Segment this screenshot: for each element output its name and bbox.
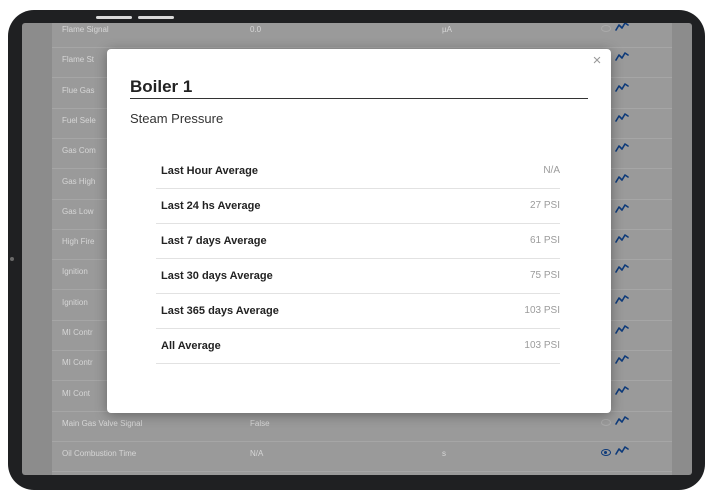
stat-value: N/A (543, 165, 560, 176)
trend-chart-icon[interactable] (615, 414, 629, 426)
trend-chart-icon[interactable] (615, 353, 629, 365)
stats-modal: × Boiler 1 Steam Pressure Last Hour Aver… (107, 49, 611, 413)
trend-chart-icon[interactable] (615, 262, 629, 274)
stat-row: Last 7 days Average 61 PSI (156, 224, 560, 259)
trend-chart-icon[interactable] (615, 172, 629, 184)
row-value: 0.0 (250, 25, 262, 34)
trend-chart-icon[interactable] (615, 81, 629, 93)
visibility-eye-icon[interactable] (601, 25, 611, 32)
row-name: Oil Combustion Time (62, 449, 137, 459)
trend-chart-icon[interactable] (615, 384, 629, 396)
stat-value: 75 PSI (529, 270, 560, 281)
trend-chart-icon[interactable] (615, 232, 629, 244)
trend-chart-icon[interactable] (615, 293, 629, 305)
row-name: High Fire (62, 237, 95, 247)
visibility-eye-icon[interactable] (601, 418, 611, 426)
stat-label: Last 365 days Average (161, 305, 279, 317)
trend-chart-icon[interactable] (615, 23, 629, 32)
modal-title: Boiler 1 (130, 77, 193, 96)
trend-chart-icon[interactable] (615, 202, 629, 214)
stat-label: Last 30 days Average (161, 270, 273, 282)
table-row: Oil Combustion Time N/A s (52, 437, 672, 473)
trend-chart-icon[interactable] (615, 444, 629, 456)
visibility-eye-icon[interactable] (601, 449, 611, 457)
row-name: MI Contr (62, 328, 93, 337)
row-name: Gas High (62, 176, 96, 186)
stat-label: All Average (161, 340, 221, 352)
stat-value: 103 PSI (524, 305, 560, 316)
row-name: Flame St (62, 55, 95, 65)
stat-value: 27 PSI (529, 200, 560, 211)
stat-row: Last Hour Average N/A (156, 154, 560, 189)
stat-label: Last Hour Average (161, 165, 258, 177)
tablet-button (96, 16, 132, 19)
row-unit: µA (442, 25, 452, 34)
row-name: Flue Gas (62, 85, 95, 95)
row-name: Gas Low (62, 206, 94, 216)
title-divider (130, 98, 588, 99)
row-name: Fuel Sele (62, 115, 96, 125)
row-name: Flame Signal (62, 25, 109, 34)
stat-value: 103 PSI (524, 340, 560, 351)
row-name: Ignition (62, 297, 88, 307)
tablet-button (138, 16, 174, 19)
row-name: MI Contr (62, 358, 93, 368)
trend-chart-icon[interactable] (615, 141, 629, 153)
stat-row: All Average 103 PSI (156, 329, 560, 364)
trend-chart-icon[interactable] (615, 323, 629, 335)
row-value: False (250, 418, 270, 428)
row-value: N/A (250, 449, 264, 459)
trend-chart-icon[interactable] (615, 111, 629, 123)
stat-row: Last 365 days Average 103 PSI (156, 294, 560, 329)
stat-label: Last 7 days Average (161, 235, 267, 247)
trend-chart-icon[interactable] (615, 50, 629, 62)
stat-row: Last 24 hs Average 27 PSI (156, 189, 560, 224)
row-name: Ignition (62, 267, 88, 277)
stats-list: Last Hour Average N/A Last 24 hs Average… (156, 154, 560, 364)
row-name: Main Gas Valve Signal (62, 418, 143, 428)
stat-row: Last 30 days Average 75 PSI (156, 259, 560, 294)
stat-value: 61 PSI (529, 235, 560, 246)
row-name: MI Cont (62, 388, 91, 398)
row-unit: s (442, 449, 446, 459)
modal-subtitle: Steam Pressure (130, 111, 224, 126)
stat-label: Last 24 hs Average (161, 200, 261, 212)
tablet-side-dot (10, 257, 14, 261)
close-button[interactable]: × (589, 53, 605, 69)
row-name: Gas Com (62, 146, 96, 156)
